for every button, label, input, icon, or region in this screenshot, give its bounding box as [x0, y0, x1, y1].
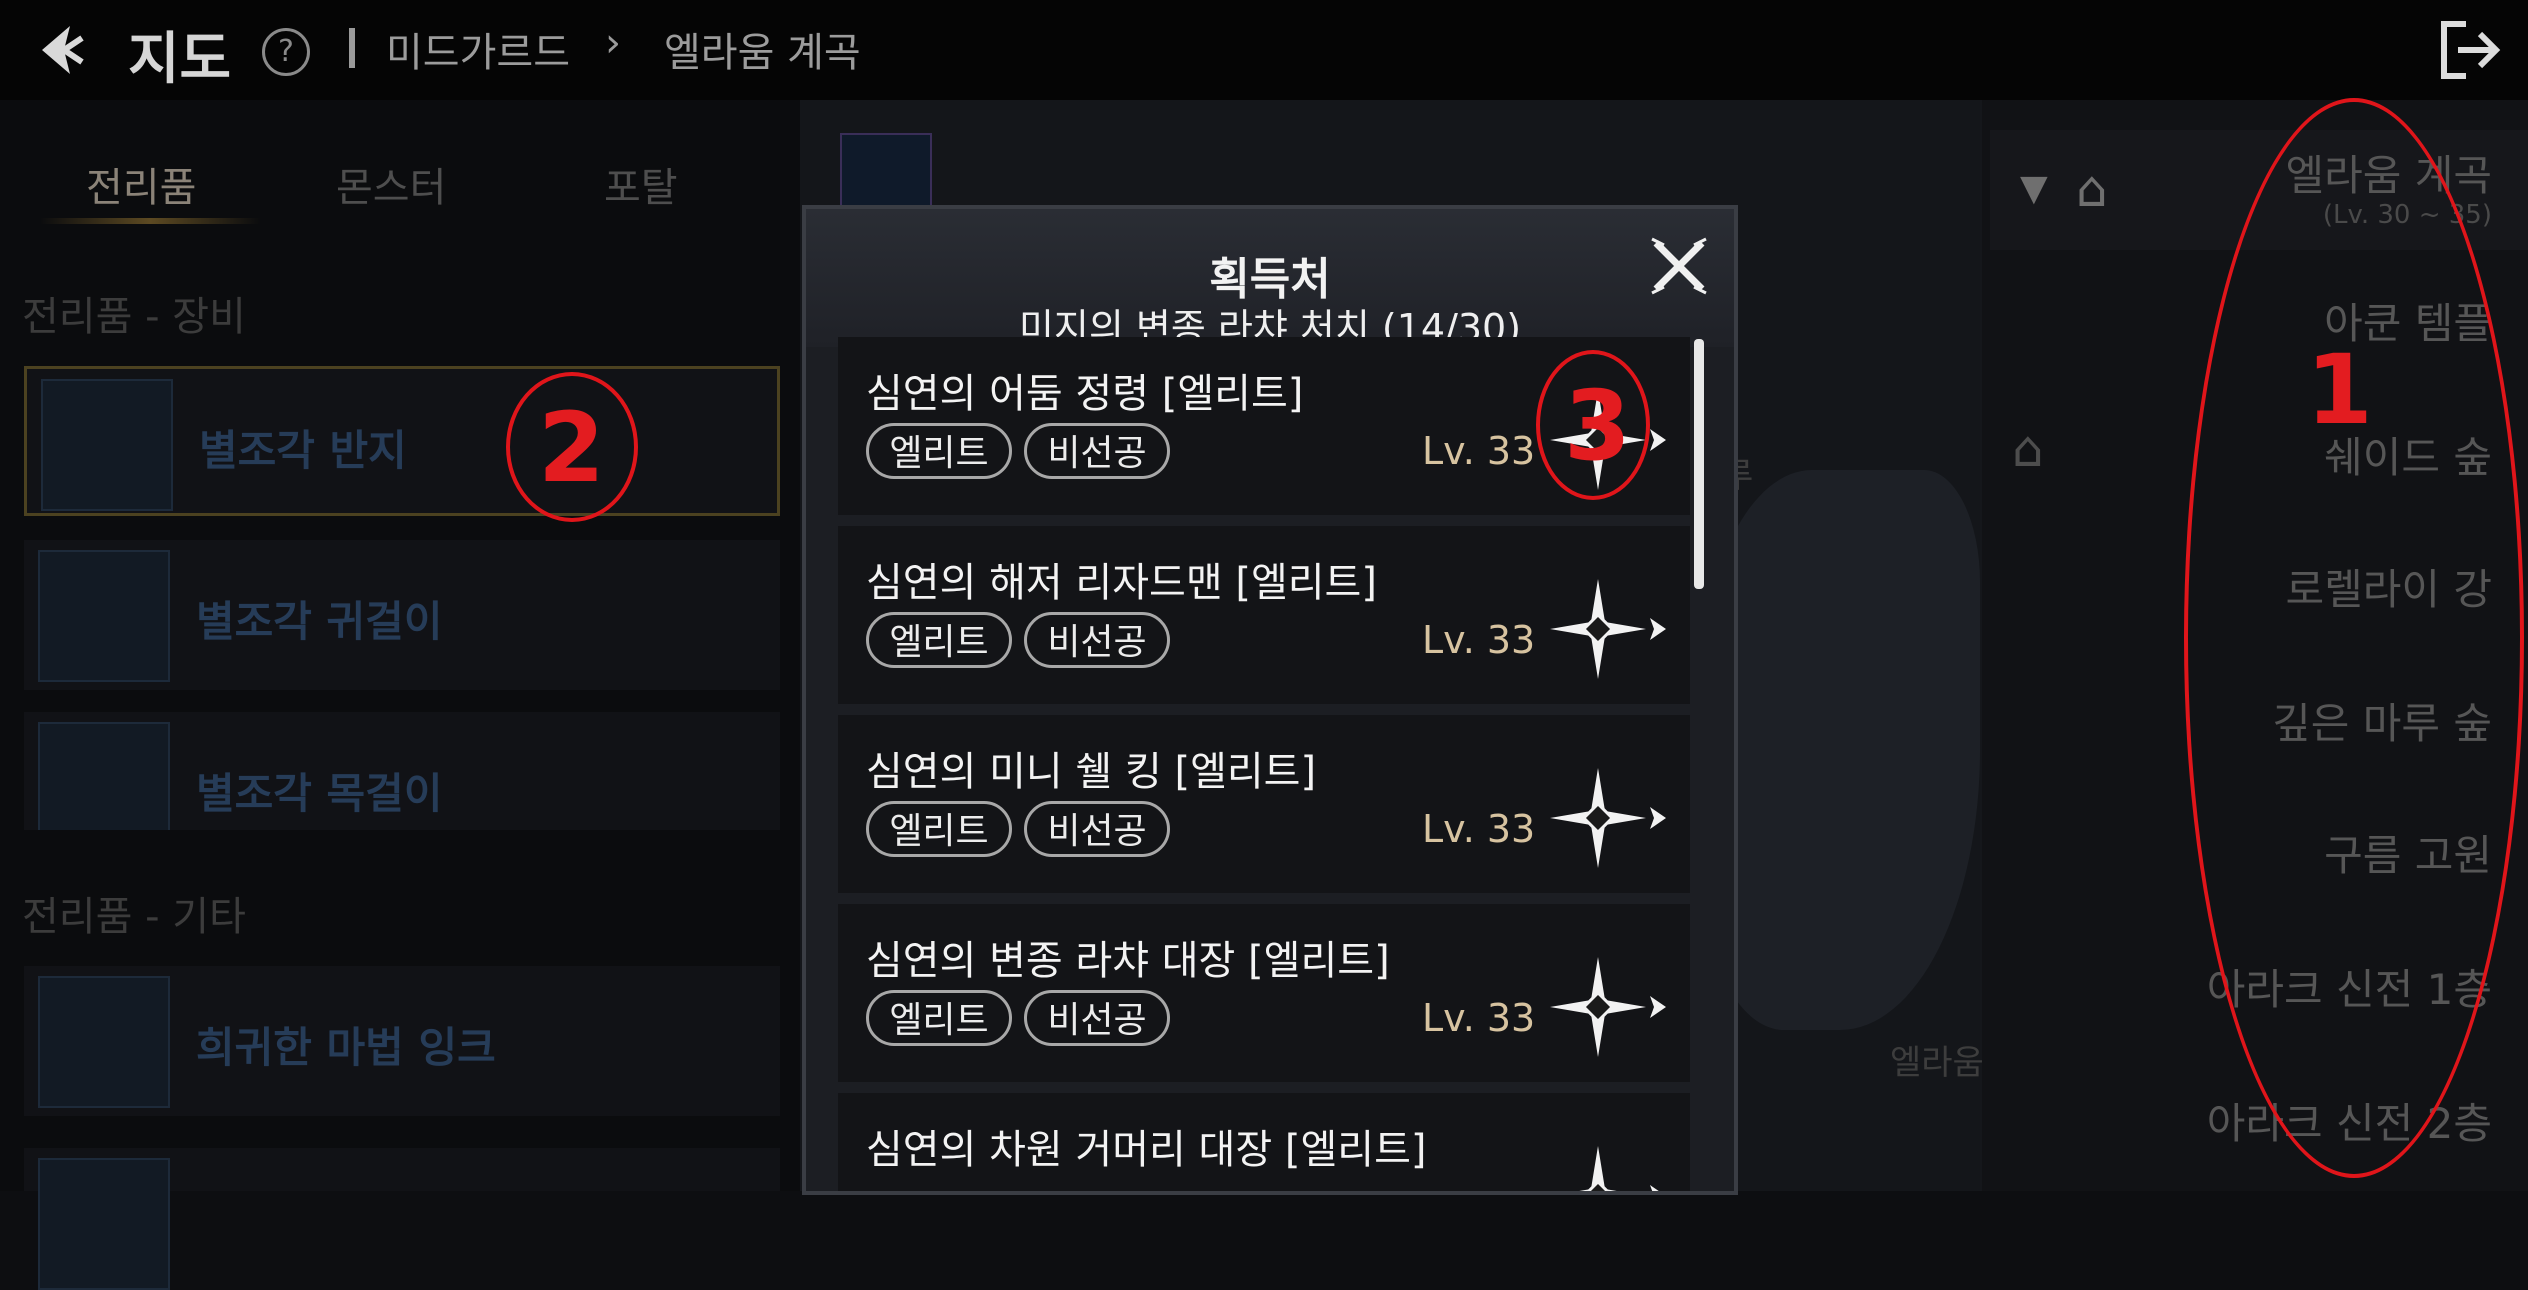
section-title-other: 전리품 - 기타 [22, 894, 246, 940]
section-title-equipment: 전리품 - 장비 [22, 294, 246, 340]
loot-item-name: 희귀한 마법 잉크 [196, 1023, 496, 1072]
source-row: 심연의 해저 리자드맨 [엘리트] 엘리트 비선공 Lv. 33 [838, 526, 1690, 704]
monster-name: 심연의 변종 라챠 대장 [엘리트] [866, 938, 1390, 984]
necklace-icon [38, 722, 170, 830]
tag-non-aggressive: 비선공 [1024, 801, 1170, 857]
monster-level: Lv. 33 [1422, 429, 1536, 473]
loot-item-name: 별조각 반지 [199, 426, 407, 475]
source-row: 심연의 변종 라챠 대장 [엘리트] 엘리트 비선공 Lv. 33 [838, 904, 1690, 1082]
tag-elite: 엘리트 [866, 801, 1012, 857]
annotation-number-3: 3 [1564, 370, 1631, 482]
monster-level: Lv. 33 [1422, 807, 1536, 851]
tag-elite [866, 1193, 1012, 1195]
navigate-compass-icon[interactable] [1548, 574, 1668, 684]
monster-name: 심연의 차원 거머리 대장 [엘리트] [866, 1127, 1427, 1173]
navigate-compass-icon[interactable] [1548, 763, 1668, 873]
tag-non-aggressive: 비선공 [1024, 423, 1170, 479]
navigate-compass-icon[interactable] [1548, 952, 1668, 1062]
loot-item-name: 별조각 귀걸이 [196, 597, 443, 646]
monster-level: Lv. 33 [1422, 996, 1536, 1040]
earring-icon [38, 550, 170, 682]
close-icon[interactable] [1648, 235, 1710, 297]
tab-monster[interactable]: 몬스터 [336, 155, 446, 213]
loot-item[interactable]: 별조각 반지 [24, 366, 780, 516]
page-title: 지도 [128, 27, 232, 92]
tag-non-aggressive: 비선공 [1024, 990, 1170, 1046]
scrollbar[interactable] [1694, 339, 1704, 589]
annotation-number-1: 1 [2306, 334, 2373, 446]
annotation-ellipse-1 [2184, 98, 2524, 1178]
home-icon: ⌂ [2012, 420, 2044, 478]
monster-level: Lv. 33 [1422, 618, 1536, 662]
loot-item[interactable]: 희귀한 마법 잉크 [24, 966, 780, 1116]
navigate-compass-icon[interactable] [1548, 1141, 1668, 1191]
ring-icon [41, 379, 173, 511]
tag-elite: 엘리트 [866, 990, 1012, 1046]
annotation-number-2: 2 [538, 392, 605, 504]
breadcrumb-region[interactable]: 미드가르드 [386, 20, 570, 78]
caret-down-icon[interactable]: ▼ [2020, 168, 2048, 209]
top-bar: 지도 ? 미드가르드 › 엘라움 계곡 [0, 0, 2528, 102]
active-tab-indicator [40, 218, 260, 224]
loot-item[interactable]: 별조각 목걸이 [24, 712, 780, 830]
monster-name: 심연의 해저 리자드맨 [엘리트] [866, 560, 1377, 606]
help-icon[interactable]: ? [262, 28, 310, 76]
monster-name: 심연의 미니 쉘 킹 [엘리트] [866, 749, 1317, 795]
exit-icon[interactable] [2436, 18, 2506, 82]
tag-elite: 엘리트 [866, 423, 1012, 479]
breadcrumb-zone[interactable]: 엘라움 계곡 [664, 20, 861, 78]
source-row: 심연의 미니 쉘 킹 [엘리트] 엘리트 비선공 Lv. 33 [838, 715, 1690, 893]
home-icon[interactable]: ⌂ [2076, 160, 2108, 218]
tab-loot[interactable]: 전리품 [86, 155, 196, 213]
ink-bottle-icon [38, 976, 170, 1108]
monster-name: 심연의 어둠 정령 [엘리트] [866, 371, 1304, 417]
tag-elite: 엘리트 [866, 612, 1012, 668]
tab-portal[interactable]: 포탈 [604, 155, 678, 213]
item-icon [38, 1158, 170, 1290]
tag-non-aggressive [1024, 1193, 1170, 1195]
loot-item[interactable] [24, 1148, 780, 1290]
back-arrow-icon[interactable] [30, 18, 94, 82]
divider [349, 28, 355, 68]
map-terrain [1700, 470, 1980, 1030]
chevron-right-icon: › [605, 20, 621, 66]
loot-item[interactable]: 별조각 귀걸이 [24, 540, 780, 690]
tag-non-aggressive: 비선공 [1024, 612, 1170, 668]
source-row: 심연의 차원 거머리 대장 [엘리트] [838, 1093, 1690, 1195]
loot-item-name: 별조각 목걸이 [196, 769, 443, 818]
